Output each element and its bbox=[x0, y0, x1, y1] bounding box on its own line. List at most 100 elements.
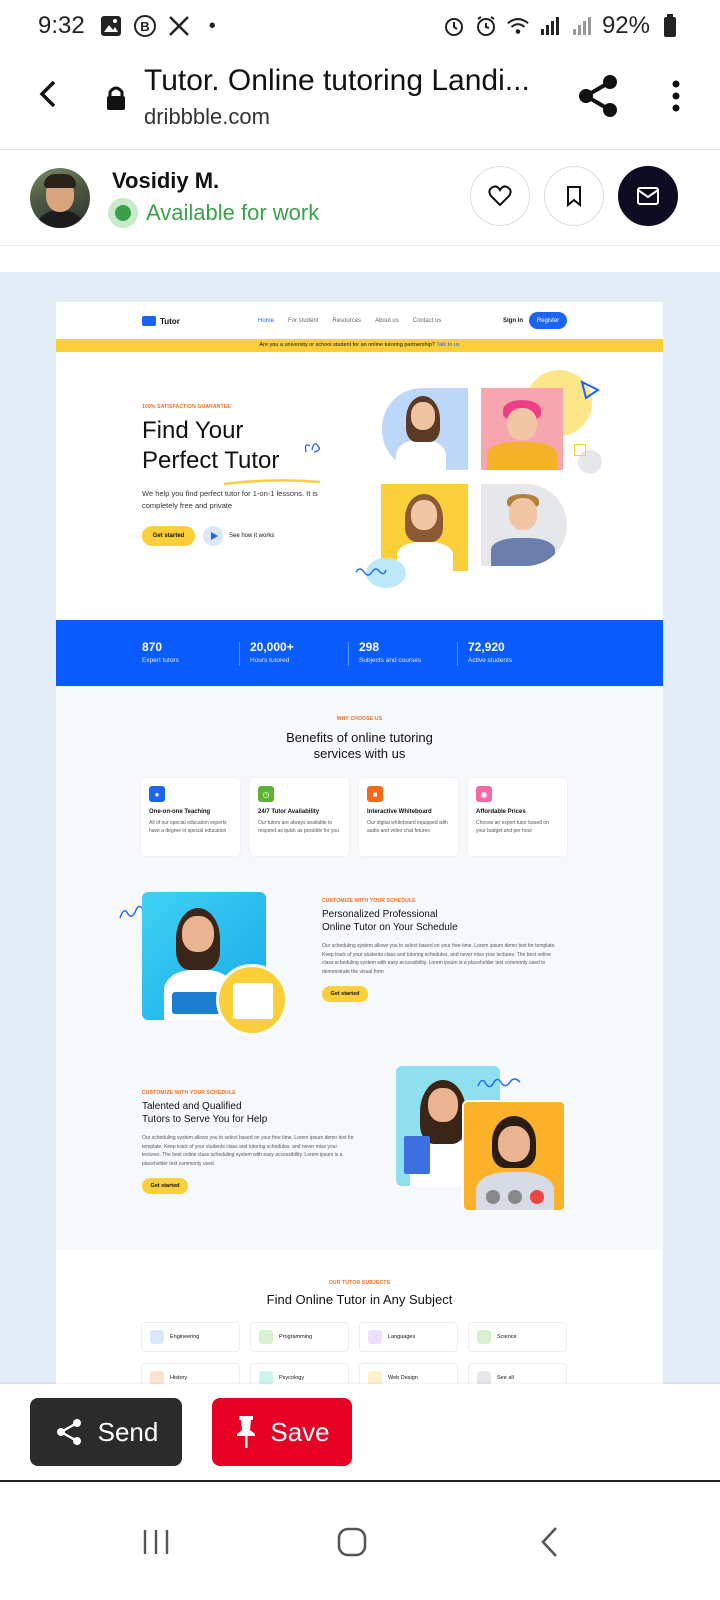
share-icon bbox=[56, 1419, 81, 1445]
stat-hours: 20,000+ Hours tutored bbox=[250, 640, 294, 664]
feature2: CUSTOMIZE WITH YOUR SCHEDULE Talented an… bbox=[142, 1090, 357, 1194]
image-icon bbox=[99, 14, 123, 38]
shot-navbar: Tutor Home For student Resources About u… bbox=[56, 302, 663, 339]
nav-back-icon[interactable] bbox=[520, 1512, 580, 1572]
system-navbar bbox=[0, 1484, 720, 1600]
benefits-section: WHY CHOOSE US Benefits of online tutorin… bbox=[56, 686, 663, 1250]
status-bar: 9:32 B • 92% bbox=[0, 0, 720, 52]
shot-preview[interactable]: Tutor Home For student Resources About u… bbox=[0, 272, 720, 1384]
alarm-icon bbox=[474, 14, 498, 38]
action-bar: Send Save bbox=[0, 1384, 720, 1482]
subjects-kicker: OUR TUTOR SUBJECTS bbox=[328, 1280, 391, 1286]
shot-nav-home: Home bbox=[258, 318, 275, 324]
page-title: Tutor. Online tutoring Landi... bbox=[144, 64, 530, 97]
back-icon[interactable] bbox=[28, 74, 68, 114]
benefits-kicker: WHY CHOOSE US bbox=[336, 716, 383, 722]
battery-percent: 92% bbox=[601, 12, 650, 39]
status-time: 9:32 bbox=[38, 12, 85, 39]
send-label: Send bbox=[97, 1416, 159, 1447]
status-dot: • bbox=[208, 14, 216, 37]
status-dot-icon bbox=[108, 198, 138, 228]
subject-languages: Languages bbox=[359, 1322, 458, 1352]
more-icon[interactable] bbox=[664, 76, 688, 116]
benefit-cards: ● One-on-one Teaching All of our special… bbox=[141, 778, 567, 856]
message-button[interactable] bbox=[618, 166, 678, 226]
benefit-card: ◉ Affordable Prices Choose an expert tut… bbox=[468, 778, 567, 856]
clock-icon: ◷ bbox=[258, 786, 274, 802]
browser-header: Tutor. Online tutoring Landi... dribbble… bbox=[0, 56, 720, 150]
battery-icon bbox=[658, 14, 682, 38]
home-icon[interactable] bbox=[322, 1512, 382, 1572]
benefit-card: ■ Interactive Whiteboard Our digital whi… bbox=[359, 778, 458, 856]
subject-engineering: Engineering bbox=[141, 1322, 240, 1352]
share-icon[interactable] bbox=[574, 72, 622, 120]
pin-icon bbox=[237, 1416, 256, 1448]
svg-text:B: B bbox=[140, 19, 149, 34]
subject-psycology: Psycology bbox=[250, 1363, 349, 1384]
sparkle-icon bbox=[304, 443, 320, 453]
shot-nav-about: About us bbox=[375, 318, 399, 324]
shot-sign-in: Sign in bbox=[503, 318, 523, 324]
subject-see-all: See all bbox=[468, 1363, 567, 1384]
like-button[interactable] bbox=[470, 166, 530, 226]
whiteboard-icon: ■ bbox=[367, 786, 383, 802]
benefit-card: ◷ 24/7 Tutor Availability Our tutors are… bbox=[250, 778, 349, 856]
subjects-title: Find Online Tutor in Any Subject bbox=[266, 1292, 453, 1307]
shot-nav-contact: Contact us bbox=[412, 318, 442, 324]
calendar-badge bbox=[216, 964, 288, 1036]
alarm-icon bbox=[442, 14, 466, 38]
bookmark-button[interactable] bbox=[544, 166, 604, 226]
lock-icon bbox=[104, 84, 128, 112]
availability-label: Available for work bbox=[146, 200, 320, 225]
bookmark-icon bbox=[567, 186, 581, 207]
users-icon: ● bbox=[149, 786, 165, 802]
recents-icon[interactable] bbox=[126, 1512, 186, 1572]
mail-icon bbox=[637, 187, 659, 205]
signal-icon bbox=[570, 14, 594, 38]
coins-icon: ◉ bbox=[476, 786, 492, 802]
subject-science: Science bbox=[468, 1322, 567, 1352]
save-button[interactable]: Save bbox=[212, 1398, 352, 1466]
signal-icon bbox=[538, 14, 562, 38]
shot-logo: Tutor bbox=[142, 316, 180, 326]
subject-web-design: Web Design bbox=[359, 1363, 458, 1384]
save-label: Save bbox=[270, 1416, 330, 1447]
hero-title: Find Your Perfect Tutor bbox=[142, 417, 280, 474]
squiggle-icon bbox=[477, 1078, 521, 1088]
hero-description: We help you find perfect tutor for 1-on-… bbox=[142, 489, 318, 510]
author-name[interactable]: Vosidiy M. bbox=[112, 168, 219, 194]
send-button[interactable]: Send bbox=[30, 1398, 182, 1466]
benefit-card: ● One-on-one Teaching All of our special… bbox=[141, 778, 240, 856]
hero-secondary: See how it works bbox=[203, 526, 274, 546]
hero-photo-student-1 bbox=[382, 388, 468, 470]
benefits-title: Benefits of online tutoring services wit… bbox=[286, 730, 433, 761]
shot-nav-resources: Resources bbox=[332, 318, 362, 324]
author-row: Vosidiy M. Available for work bbox=[0, 150, 720, 246]
shot-image: Tutor Home For student Resources About u… bbox=[56, 302, 663, 1384]
availability-status: Available for work bbox=[108, 198, 319, 228]
stat-subjects: 298 Subjects and courses bbox=[359, 640, 422, 664]
heart-icon bbox=[488, 185, 512, 207]
subject-history: History bbox=[141, 1363, 240, 1384]
hero-cta: Get started bbox=[142, 526, 195, 546]
play-icon bbox=[203, 526, 223, 546]
shot-register: Register bbox=[529, 312, 567, 329]
b-icon: B bbox=[133, 14, 157, 38]
deco-square bbox=[574, 444, 586, 456]
hero-kicker: 100% SATISFACTION GUARANTEE bbox=[142, 404, 231, 410]
shot-nav-student: For student bbox=[288, 318, 319, 324]
feature2-photo-2 bbox=[462, 1100, 566, 1212]
x-icon bbox=[167, 14, 191, 38]
stat-students: 72,920 Active students bbox=[468, 640, 513, 664]
wifi-icon bbox=[506, 14, 530, 38]
triangle-icon bbox=[580, 380, 600, 400]
squiggle-icon bbox=[355, 568, 387, 576]
stat-tutors: 870 Expert tutors bbox=[142, 640, 179, 664]
page-domain: dribbble.com bbox=[144, 104, 270, 129]
hero-photo-student-4 bbox=[481, 484, 567, 566]
stats-band: 870 Expert tutors 20,000+ Hours tutored 29… bbox=[56, 620, 663, 686]
shot-banner: Are you a university or school student f… bbox=[56, 339, 663, 352]
hero-photo-student-3 bbox=[381, 484, 468, 571]
subject-programming: Programming bbox=[250, 1322, 349, 1352]
avatar[interactable] bbox=[30, 168, 90, 228]
